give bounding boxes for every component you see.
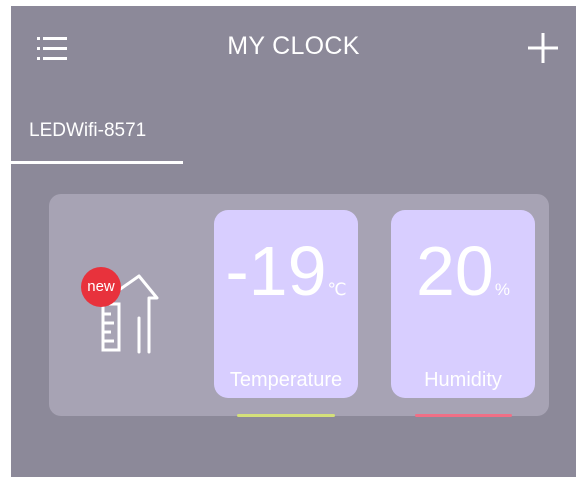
humidity-value: 20 [416,232,494,310]
tab-device[interactable]: LEDWifi-8571 [11,110,183,164]
humidity-tile[interactable]: 20% Humidity [391,210,535,398]
temperature-label: Temperature [229,369,343,391]
tab-selected-indicator [11,161,183,164]
humidity-label: Humidity [424,369,502,391]
tab-label: LEDWifi-8571 [29,120,147,141]
humidity-unit: % [494,280,510,299]
app-screen: MY CLOCK LEDWifi-8571 new -19℃ Temperatu… [11,6,576,477]
temperature-value: -19 [225,232,327,310]
temperature-accent-line [237,414,335,417]
app-bar: MY CLOCK [11,6,576,90]
temperature-value-wrap: -19℃ [214,236,358,306]
humidity-accent-line [415,414,512,417]
humidity-value-wrap: 20% [391,236,535,306]
new-badge: new [81,267,121,307]
plus-icon [528,33,558,63]
temperature-tile[interactable]: -19℃ Temperature [214,210,358,398]
page-title: MY CLOCK [227,32,360,60]
temperature-unit: ℃ [327,280,347,299]
add-device-button[interactable] [527,32,559,64]
